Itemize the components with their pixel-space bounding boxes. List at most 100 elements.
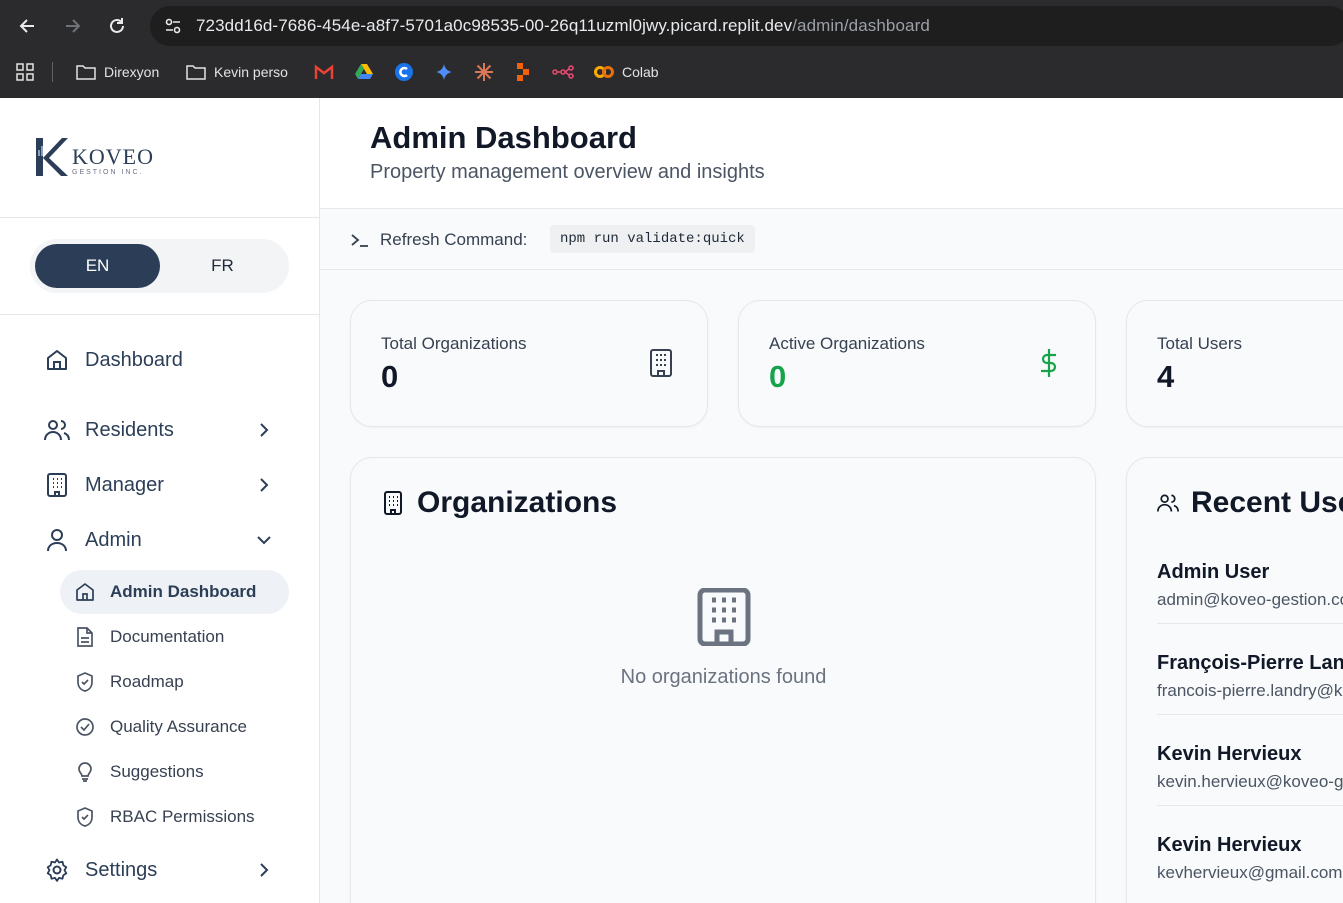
user-email: admin@koveo-gestion.com [1157, 590, 1343, 609]
forward-button[interactable] [60, 14, 84, 38]
recent-users-title-text: Recent Users [1191, 486, 1343, 519]
url-path: /admin/dashboard [792, 16, 930, 35]
chevron-right-icon [260, 423, 269, 437]
address-bar[interactable]: 723dd16d-7686-454e-a8f7-5701a0c98535-00-… [150, 6, 1343, 46]
sidebar-item-manager[interactable]: Manager [44, 470, 284, 500]
building-icon [44, 472, 70, 498]
sidebar-item-documentation[interactable]: Documentation [60, 615, 289, 659]
sidebar-item-label: Dashboard [85, 348, 183, 371]
site-settings-icon[interactable] [164, 17, 182, 35]
apps-grid-icon [16, 63, 34, 81]
sidebar-item-residents[interactable]: Residents [44, 415, 284, 445]
arrow-right-icon [66, 19, 81, 33]
refresh-command-label: Refresh Command: [380, 230, 528, 249]
user-email: kevin.hervieux@koveo-gestion.com [1157, 772, 1343, 791]
lightbulb-icon [74, 761, 96, 783]
user-name: Kevin Hervieux [1157, 834, 1302, 856]
users-icon [44, 417, 70, 443]
sidebar-item-label: Roadmap [110, 672, 184, 691]
user-row[interactable]: Kevin Hervieux kevin.hervieux@koveo-gest… [1157, 743, 1343, 792]
address-row: 723dd16d-7686-454e-a8f7-5701a0c98535-00-… [0, 0, 1343, 52]
chevron-down-icon [257, 536, 271, 545]
apps-button[interactable] [16, 62, 42, 82]
reload-icon [110, 18, 124, 33]
organizations-title: Organizations [383, 486, 617, 520]
refresh-command-code[interactable]: npm run validate:quick [550, 225, 755, 253]
user-name: Kevin Hervieux [1157, 743, 1302, 765]
bookmark-gmail[interactable] [314, 62, 342, 82]
user-row[interactable]: Kevin Hervieux kevhervieux@gmail.com [1157, 834, 1343, 883]
user-icon [44, 527, 70, 553]
bookmark-drive[interactable] [354, 62, 382, 82]
sidebar-divider [0, 314, 319, 315]
user-name: François-Pierre Landry [1157, 652, 1343, 674]
stat-label: Total Organizations [381, 334, 527, 353]
koveo-logo[interactable]: KOVEO GESTION INC. [32, 136, 162, 180]
bookmarks-bar: Direxyon Kevin perso Colab [0, 52, 1343, 92]
back-button[interactable] [16, 14, 40, 38]
sidebar-item-roadmap[interactable]: Roadmap [60, 660, 289, 704]
recent-users-panel: Recent Users Admin User admin@koveo-gest… [1126, 457, 1343, 903]
n8n-icon [552, 65, 574, 79]
chevron-right-icon [260, 863, 269, 877]
url-text[interactable]: 723dd16d-7686-454e-a8f7-5701a0c98535-00-… [196, 16, 930, 36]
bookmark-gemini[interactable] [434, 62, 462, 82]
lang-fr-button[interactable]: FR [160, 244, 285, 288]
bookmark-direxyon[interactable]: Direxyon [76, 62, 159, 82]
sidebar-item-admin-dashboard[interactable]: Admin Dashboard [60, 570, 289, 614]
lang-en-button[interactable]: EN [35, 244, 160, 288]
user-email: kevhervieux@gmail.com [1157, 863, 1343, 882]
c-app-icon [395, 63, 413, 81]
bookmark-claude[interactable] [474, 62, 502, 82]
sidebar-item-label: Admin Dashboard [110, 582, 257, 601]
stat-value: 0 [381, 359, 399, 394]
bookmark-colab[interactable]: Colab [594, 62, 659, 82]
reload-button[interactable] [105, 14, 129, 38]
sidebar-item-label: Suggestions [110, 762, 204, 781]
empty-state-text: No organizations found [620, 666, 827, 688]
sidebar-item-label: Residents [85, 418, 174, 441]
file-icon [74, 626, 96, 648]
bookmark-label: Colab [622, 64, 659, 80]
sidebar-item-label: RBAC Permissions [110, 807, 255, 826]
dollar-icon [1041, 349, 1057, 377]
organizations-panel: Organizations No organizations found [350, 457, 1096, 903]
check-circle-icon [74, 716, 96, 738]
bookmark-separator [52, 62, 53, 82]
sidebar-item-admin[interactable]: Admin [44, 525, 284, 555]
sidebar-item-rbac-permissions[interactable]: RBAC Permissions [60, 795, 289, 839]
page-subtitle: Property management overview and insight… [370, 161, 765, 183]
users-icon [1157, 491, 1179, 515]
sidebar-item-label: Quality Assurance [110, 717, 248, 736]
user-row[interactable]: François-Pierre Landry francois-pierre.l… [1157, 652, 1343, 701]
user-email: francois-pierre.landry@koveo-gestion.com [1157, 681, 1343, 700]
bookmark-kevin-perso[interactable]: Kevin perso [186, 62, 288, 82]
replit-icon [517, 63, 529, 81]
gear-icon [44, 857, 70, 883]
bookmark-c[interactable] [394, 62, 422, 82]
gmail-icon [314, 64, 334, 79]
home-icon [74, 581, 96, 603]
sidebar-item-settings[interactable]: Settings [44, 855, 284, 885]
url-host: 723dd16d-7686-454e-a8f7-5701a0c98535-00-… [196, 16, 793, 35]
shield-check-icon [74, 806, 96, 828]
organizations-title-text: Organizations [417, 486, 618, 519]
sidebar-item-dashboard[interactable]: Dashboard [44, 345, 284, 375]
bookmark-replit[interactable] [514, 62, 540, 82]
stat-label: Total Users [1157, 334, 1243, 353]
logo-brand: KOVEO [72, 144, 154, 169]
sidebar-item-label: Documentation [110, 627, 225, 646]
stat-label: Active Organizations [769, 334, 925, 353]
sidebar-item-suggestions[interactable]: Suggestions [60, 750, 289, 794]
user-row[interactable]: Admin User admin@koveo-gestion.com [1157, 561, 1343, 610]
logo-subtitle: GESTION INC. [72, 169, 144, 176]
sidebar-item-quality-assurance[interactable]: Quality Assurance [60, 705, 289, 749]
sidebar-divider [0, 217, 319, 218]
user-divider [1157, 623, 1343, 624]
bookmark-n8n[interactable] [552, 62, 582, 82]
sidebar-item-label: Manager [85, 473, 164, 496]
bookmark-label: Direxyon [104, 64, 160, 80]
main-content: Admin Dashboard Property management over… [320, 98, 1343, 903]
sidebar-item-label: Settings [85, 858, 158, 881]
recent-users-title: Recent Users [1157, 486, 1343, 520]
